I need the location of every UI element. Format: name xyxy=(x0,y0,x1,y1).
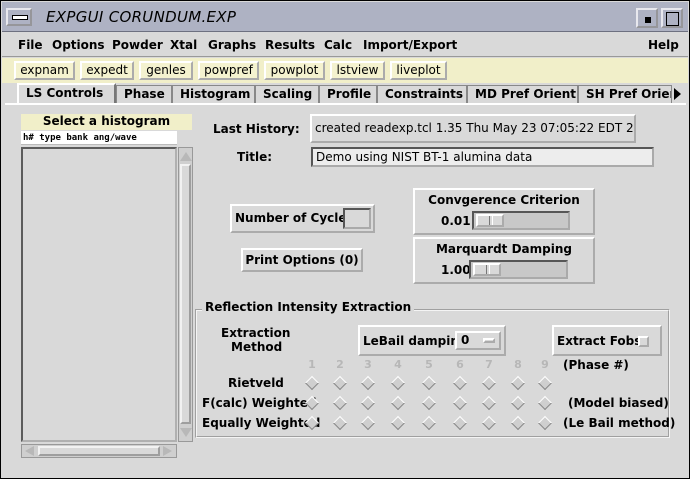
powplot-button[interactable]: powplot xyxy=(264,61,325,80)
genles-button[interactable]: genles xyxy=(139,61,193,80)
tab-profile[interactable]: Profile xyxy=(319,85,377,103)
histogram-hscrollbar[interactable] xyxy=(21,444,177,458)
menu-help[interactable]: Help xyxy=(648,38,679,52)
hscroll-thumb[interactable] xyxy=(38,446,160,456)
menu-import-export[interactable]: Import/Export xyxy=(363,38,457,52)
row-note-model-biased: (Model biased) xyxy=(568,396,669,410)
menu-bar: File Options Powder Xtal Graphs Results … xyxy=(2,33,688,57)
extraction-group-title: Reflection Intensity Extraction xyxy=(202,300,415,314)
phase-number-8: 8 xyxy=(514,358,522,371)
row-note-le-bail-method: (Le Bail method) xyxy=(563,416,676,430)
option-menu-indicator-icon xyxy=(483,338,495,343)
phase-number-5: 5 xyxy=(425,358,433,371)
convergence-title: Convgerence Criterion xyxy=(428,193,580,207)
row-label-equally-weighted: Equally Weighted xyxy=(202,416,321,430)
title-label: Title: xyxy=(237,150,273,164)
phase-number-6: 6 xyxy=(456,358,464,371)
histogram-list[interactable] xyxy=(21,147,177,442)
liveplot-button[interactable]: liveplot xyxy=(390,61,447,80)
tab-constraints[interactable]: Constraints xyxy=(377,85,467,103)
window-menu-icon[interactable] xyxy=(6,8,32,26)
scroll-up-icon[interactable] xyxy=(180,150,192,162)
main-window: EXPGUI CORUNDUM.EXP File Options Powder … xyxy=(0,0,690,479)
cycles-frame: Number of Cycles xyxy=(230,204,375,233)
convergence-value: 0.01 xyxy=(441,214,471,228)
vscroll-thumb[interactable] xyxy=(180,164,191,424)
marquardt-value: 1.00 xyxy=(441,263,471,277)
tab-scroll-right-icon[interactable] xyxy=(672,85,684,103)
convergence-frame: Convgerence Criterion 0.01 xyxy=(413,188,595,235)
tab-phase[interactable]: Phase xyxy=(116,85,172,103)
menu-file[interactable]: File xyxy=(18,38,43,52)
lebail-damping-value: 0 xyxy=(461,333,470,347)
tab-md-pref-orient[interactable]: MD Pref Orient xyxy=(467,85,578,103)
row-label-fcalc-weighted: F(calc) Weighted xyxy=(202,396,317,410)
menu-calc[interactable]: Calc xyxy=(324,38,352,52)
phase-number-4: 4 xyxy=(394,358,402,371)
tab-histogram[interactable]: Histogram xyxy=(172,85,255,103)
expedt-button[interactable]: expedt xyxy=(80,61,134,80)
phase-hint: (Phase #) xyxy=(563,358,629,372)
print-options-button[interactable]: Print Options (0) xyxy=(241,248,363,272)
phase-number-2: 2 xyxy=(336,358,344,371)
powpref-button[interactable]: powpref xyxy=(198,61,259,80)
tab-ls-controls[interactable]: LS Controls xyxy=(17,83,116,104)
scroll-right-icon[interactable] xyxy=(162,446,174,456)
extract-fobs-frame: Extract Fobs xyxy=(552,325,662,356)
extract-fobs-checkbox[interactable] xyxy=(638,336,649,347)
minimize-icon[interactable] xyxy=(636,8,658,28)
marquardt-frame: Marquardt Damping 1.00 xyxy=(413,237,595,284)
scroll-left-icon[interactable] xyxy=(24,446,36,456)
tab-sh-pref-orient[interactable]: SH Pref Orient xyxy=(578,85,672,103)
cycles-label: Number of Cycles xyxy=(235,211,354,225)
menu-results[interactable]: Results xyxy=(265,38,315,52)
lebail-frame: LeBail damping 0 xyxy=(358,325,506,356)
extraction-method-label-line2: Method xyxy=(231,340,283,354)
scroll-down-icon[interactable] xyxy=(180,427,192,439)
title-bar: EXPGUI CORUNDUM.EXP xyxy=(2,2,688,32)
histogram-vscrollbar[interactable] xyxy=(178,147,193,442)
extract-fobs-label: Extract Fobs xyxy=(557,334,642,348)
row-label-rietveld: Rietveld xyxy=(228,376,284,390)
marquardt-title: Marquardt Damping xyxy=(435,242,572,256)
last-history-button[interactable]: created readexp.tcl 1.35 Thu May 23 07:0… xyxy=(310,114,636,143)
histogram-columns: h# type bank ang/wave xyxy=(21,131,177,145)
phase-number-9: 9 xyxy=(541,358,549,371)
title-input[interactable]: Demo using NIST BT-1 alumina data xyxy=(311,147,654,167)
extraction-method-label-line1: Extraction xyxy=(221,326,291,340)
marquardt-slider[interactable] xyxy=(469,260,568,279)
histogram-list-header: Select a histogram xyxy=(21,114,192,130)
menu-xtal[interactable]: Xtal xyxy=(170,38,197,52)
tab-scaling[interactable]: Scaling xyxy=(255,85,319,103)
expnam-button[interactable]: expnam xyxy=(14,61,75,80)
window-title: EXPGUI CORUNDUM.EXP xyxy=(46,8,237,26)
phase-number-1: 1 xyxy=(308,358,316,371)
phase-number-3: 3 xyxy=(364,358,372,371)
maximize-icon[interactable] xyxy=(661,8,683,28)
menu-options[interactable]: Options xyxy=(52,38,105,52)
menu-graphs[interactable]: Graphs xyxy=(208,38,256,52)
phase-number-7: 7 xyxy=(485,358,493,371)
convergence-slider[interactable] xyxy=(472,211,570,230)
convergence-slider-handle[interactable] xyxy=(476,214,504,227)
tab-bar: LS Controls Phase Histogram Scaling Prof… xyxy=(2,83,688,104)
button-bar: expnam expedt genles powpref powplot lst… xyxy=(2,58,688,83)
lebail-damping-select[interactable]: 0 xyxy=(455,331,501,350)
menu-powder[interactable]: Powder xyxy=(112,38,163,52)
marquardt-slider-handle[interactable] xyxy=(473,263,501,276)
lstview-button[interactable]: lstview xyxy=(330,61,385,80)
lebail-label: LeBail damping xyxy=(363,334,468,348)
last-history-label: Last History: xyxy=(213,122,300,136)
cycles-input[interactable] xyxy=(343,208,371,229)
